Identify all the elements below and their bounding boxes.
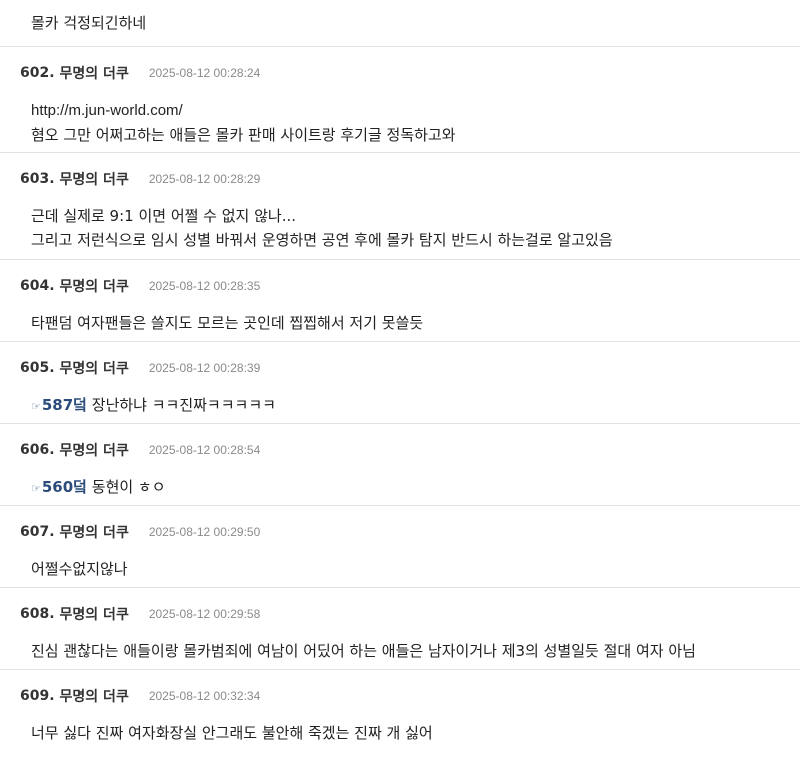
comment-number[interactable]: 608. bbox=[20, 606, 55, 622]
pointing-hand-icon: ☞ bbox=[31, 482, 41, 495]
comment-item: 몰카 걱정되긴하네 bbox=[0, 0, 800, 47]
comment-text: 동현이 ㅎㅇ bbox=[87, 478, 166, 496]
comment-text: 타팬덤 여자팬들은 쓸지도 모르는 곳인데 찝찝해서 저기 못쓸듯 bbox=[31, 314, 424, 332]
comment-header: 603. 무명의 더쿠 2025-08-12 00:28:29 bbox=[20, 168, 260, 190]
comment-item: 608. 무명의 더쿠 2025-08-12 00:29:58 진심 괜찮다는 … bbox=[0, 588, 800, 670]
comment-number[interactable]: 606. bbox=[20, 442, 55, 458]
comment-author: 무명의 더쿠 bbox=[59, 443, 129, 459]
pointing-hand-icon: ☞ bbox=[31, 400, 41, 413]
comment-author: 무명의 더쿠 bbox=[59, 172, 129, 188]
comment-number[interactable]: 605. bbox=[20, 360, 55, 376]
comment-header: 609. 무명의 더쿠 2025-08-12 00:32:34 bbox=[20, 685, 260, 707]
comment-timestamp: 2025-08-12 00:28:35 bbox=[148, 279, 261, 293]
comment-item: 609. 무명의 더쿠 2025-08-12 00:32:34 너무 싫다 진짜… bbox=[0, 670, 800, 760]
comment-header: 607. 무명의 더쿠 2025-08-12 00:29:50 bbox=[20, 521, 260, 543]
comment-item: 605. 무명의 더쿠 2025-08-12 00:28:39 ☞587덬 장난… bbox=[0, 342, 800, 424]
comment-text: 몰카 걱정되긴하네 bbox=[31, 14, 147, 32]
anchor-label: 587덬 bbox=[41, 396, 87, 414]
comment-header: 604. 무명의 더쿠 2025-08-12 00:28:35 bbox=[20, 275, 260, 297]
comment-thread: 몰카 걱정되긴하네 602. 무명의 더쿠 2025-08-12 00:28:2… bbox=[0, 0, 800, 760]
comment-header: 605. 무명의 더쿠 2025-08-12 00:28:39 bbox=[20, 357, 260, 379]
comment-header: 602. 무명의 더쿠 2025-08-12 00:28:24 bbox=[20, 62, 260, 84]
comment-text: 혐오 그만 어쩌고하는 애들은 몰카 판매 사이트랑 후기글 정독하고와 bbox=[31, 126, 456, 144]
anchor-reply-link[interactable]: ☞560덬 bbox=[31, 478, 87, 496]
comment-body: 어쩔수없지않나 bbox=[31, 557, 128, 581]
comment-author: 무명의 더쿠 bbox=[59, 361, 129, 377]
comment-item: 604. 무명의 더쿠 2025-08-12 00:28:35 타팬덤 여자팬들… bbox=[0, 260, 800, 342]
comment-number[interactable]: 603. bbox=[20, 171, 55, 187]
anchor-label: 560덬 bbox=[41, 478, 87, 496]
comment-text: 장난하냐 ㅋㅋ진짜ㅋㅋㅋㅋㅋ bbox=[87, 396, 276, 414]
comment-text: 너무 싫다 진짜 여자화장실 안그래도 불안해 죽겠는 진짜 개 싫어 bbox=[31, 724, 433, 742]
comment-text: 진심 괜찮다는 애들이랑 몰카범죄에 여남이 어딨어 하는 애들은 남자이거나 … bbox=[31, 642, 696, 660]
comment-item: 607. 무명의 더쿠 2025-08-12 00:29:50 어쩔수없지않나 bbox=[0, 506, 800, 588]
comment-timestamp: 2025-08-12 00:29:58 bbox=[148, 607, 261, 621]
comment-timestamp: 2025-08-12 00:28:39 bbox=[148, 361, 261, 375]
comment-header: 608. 무명의 더쿠 2025-08-12 00:29:58 bbox=[20, 603, 260, 625]
comment-timestamp: 2025-08-12 00:28:54 bbox=[148, 443, 261, 457]
comment-number[interactable]: 609. bbox=[20, 688, 55, 704]
comment-author: 무명의 더쿠 bbox=[59, 689, 129, 705]
comment-author: 무명의 더쿠 bbox=[59, 279, 129, 295]
comment-timestamp: 2025-08-12 00:28:24 bbox=[148, 66, 261, 80]
comment-body: ☞560덬 동현이 ㅎㅇ bbox=[31, 475, 166, 501]
comment-body: 진심 괜찮다는 애들이랑 몰카범죄에 여남이 어딨어 하는 애들은 남자이거나 … bbox=[31, 639, 696, 663]
comment-item: 602. 무명의 더쿠 2025-08-12 00:28:24 http://m… bbox=[0, 47, 800, 153]
comment-text: 근데 실제로 9:1 이면 어쩔 수 없지 않나... bbox=[31, 207, 297, 225]
comment-author: 무명의 더쿠 bbox=[59, 66, 129, 82]
comment-link[interactable]: http://m.jun-world.com/ bbox=[31, 102, 183, 119]
comment-item: 606. 무명의 더쿠 2025-08-12 00:28:54 ☞560덬 동현… bbox=[0, 424, 800, 506]
comment-number[interactable]: 602. bbox=[20, 65, 55, 81]
comment-header: 606. 무명의 더쿠 2025-08-12 00:28:54 bbox=[20, 439, 260, 461]
comment-body: http://m.jun-world.com/ 혐오 그만 어쩌고하는 애들은 … bbox=[31, 98, 456, 147]
comment-body: ☞587덬 장난하냐 ㅋㅋ진짜ㅋㅋㅋㅋㅋ bbox=[31, 393, 276, 419]
comment-number[interactable]: 604. bbox=[20, 278, 55, 294]
comment-author: 무명의 더쿠 bbox=[59, 525, 129, 541]
comment-text: 그리고 저런식으로 임시 성별 바꿔서 운영하면 공연 후에 몰카 탐지 반드시… bbox=[31, 231, 613, 249]
comment-body: 너무 싫다 진짜 여자화장실 안그래도 불안해 죽겠는 진짜 개 싫어 bbox=[31, 721, 433, 745]
comment-body: 근데 실제로 9:1 이면 어쩔 수 없지 않나... 그리고 저런식으로 임시… bbox=[31, 204, 613, 252]
comment-number[interactable]: 607. bbox=[20, 524, 55, 540]
comment-item: 603. 무명의 더쿠 2025-08-12 00:28:29 근데 실제로 9… bbox=[0, 153, 800, 260]
comment-author: 무명의 더쿠 bbox=[59, 607, 129, 623]
anchor-reply-link[interactable]: ☞587덬 bbox=[31, 396, 87, 414]
comment-text: 어쩔수없지않나 bbox=[31, 560, 128, 578]
comment-timestamp: 2025-08-12 00:28:29 bbox=[148, 172, 261, 186]
comment-body: 타팬덤 여자팬들은 쓸지도 모르는 곳인데 찝찝해서 저기 못쓸듯 bbox=[31, 311, 423, 335]
comment-timestamp: 2025-08-12 00:32:34 bbox=[148, 689, 261, 703]
comment-timestamp: 2025-08-12 00:29:50 bbox=[148, 525, 261, 539]
